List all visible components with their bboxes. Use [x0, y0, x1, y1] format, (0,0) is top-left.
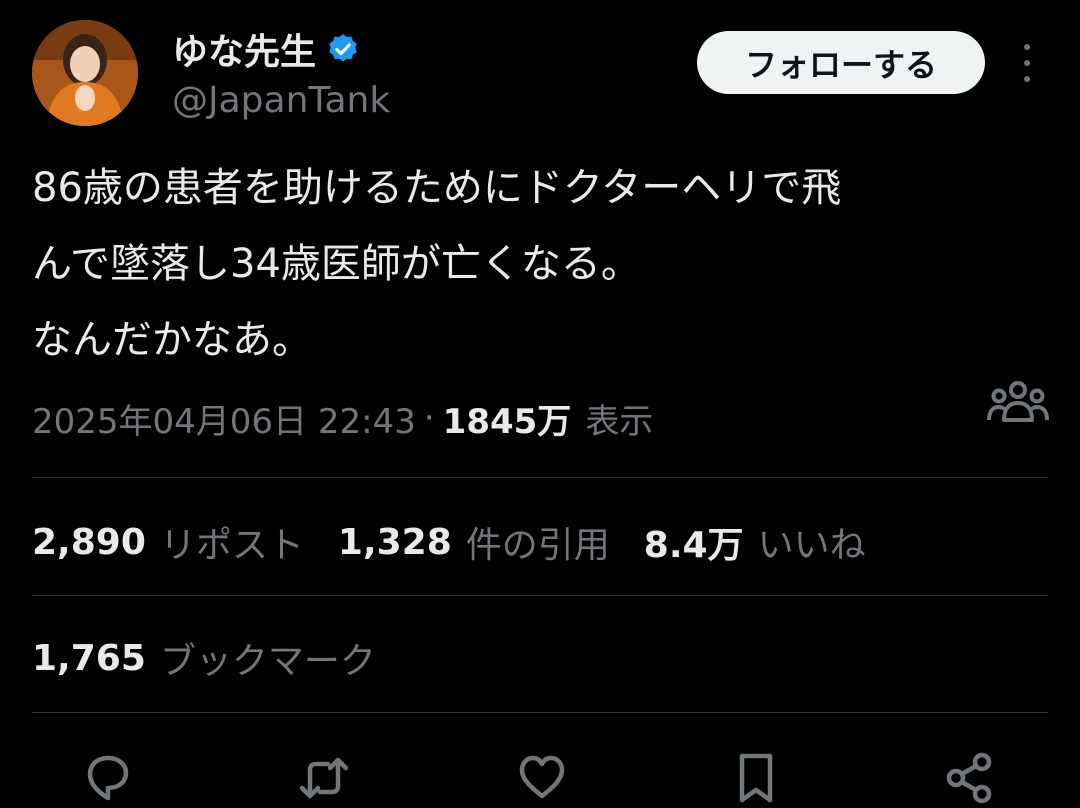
views-label: 表示	[585, 401, 654, 442]
views-count: 1845万	[442, 401, 572, 442]
tweet-timestamp[interactable]: 2025年04月06日 22:43	[32, 394, 416, 443]
like-icon[interactable]	[512, 748, 572, 808]
display-name-row: ゆな先生	[172, 24, 390, 74]
bookmarks-stat[interactable]: 1,765 ブックマーク	[32, 628, 376, 688]
avatar[interactable]	[32, 20, 138, 126]
reposts-label: リポスト	[159, 525, 304, 566]
tweet-meta: 2025年04月06日 22:43 · 1845万 表示	[32, 388, 653, 448]
more-dot	[1024, 76, 1030, 82]
bookmarks-label: ブックマーク	[159, 641, 376, 682]
tweet-text: 86歳の患者を助けるためにドクターヘリで飛 んで墜落し34歳医師が亡くなる。 な…	[32, 150, 1048, 378]
community-notes-icon[interactable]	[986, 376, 1050, 430]
engagement-stats: 2,890 リポスト 1,328 件の引用 8.4万 いいね	[32, 512, 900, 572]
reposts-stat[interactable]: 2,890 リポスト	[32, 516, 304, 568]
more-dot	[1024, 60, 1030, 66]
follow-button[interactable]: フォローする	[697, 31, 985, 94]
divider	[32, 712, 1048, 713]
tweet-text-line: なんだかなあ。	[32, 317, 312, 363]
meta-separator: ·	[423, 398, 435, 438]
tweet-actions	[32, 748, 1048, 804]
share-icon[interactable]	[940, 748, 1000, 808]
user-info[interactable]: ゆな先生 @JapanTank	[172, 24, 390, 121]
tweet-text-line: 86歳の患者を助けるためにドクターヘリで飛	[32, 165, 842, 211]
reply-icon[interactable]	[78, 748, 138, 808]
tweet-text-line: んで墜落し34歳医師が亡くなる。	[32, 241, 641, 287]
likes-count: 8.4万	[643, 525, 744, 566]
divider	[32, 595, 1048, 596]
likes-stat[interactable]: 8.4万 いいね	[644, 516, 866, 568]
quotes-count: 1,328	[337, 521, 452, 563]
more-options-icon[interactable]	[1012, 40, 1042, 86]
quotes-label: 件の引用	[465, 525, 610, 566]
reposts-count: 2,890	[32, 521, 146, 563]
divider	[32, 477, 1048, 478]
tweet-header: ゆな先生 @JapanTank フォローする	[32, 20, 1048, 126]
retweet-icon[interactable]	[294, 748, 354, 808]
verified-badge-icon[interactable]	[326, 32, 360, 66]
quotes-stat[interactable]: 1,328 件の引用	[338, 516, 610, 568]
bookmark-icon[interactable]	[726, 748, 786, 808]
likes-label: いいね	[757, 525, 866, 566]
display-name[interactable]: ゆな先生	[172, 23, 316, 75]
user-handle[interactable]: @JapanTank	[172, 80, 390, 121]
bookmarks-count: 1,765	[32, 637, 146, 679]
more-dot	[1024, 44, 1030, 50]
